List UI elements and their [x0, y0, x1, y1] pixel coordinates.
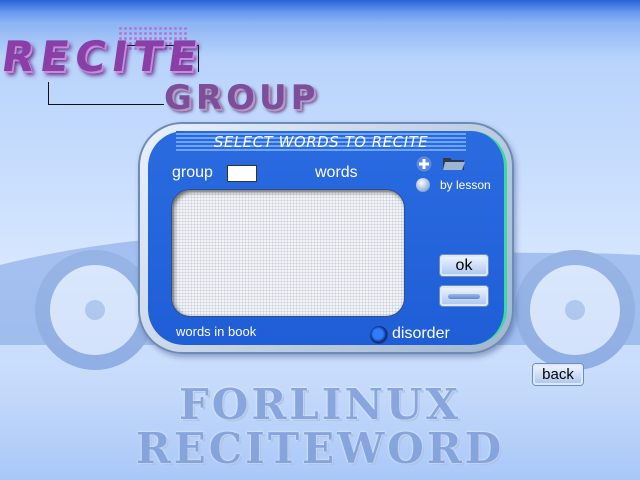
- plus-icon[interactable]: [416, 156, 432, 172]
- words-label: words: [315, 164, 358, 181]
- folder-icon[interactable]: [442, 155, 466, 171]
- top-glow-bar: [0, 0, 640, 22]
- ok-button[interactable]: ok: [440, 255, 488, 276]
- footer-title-line2: RECITEWORD: [135, 424, 505, 473]
- words-list-box[interactable]: [172, 190, 404, 316]
- unlabeled-button[interactable]: [440, 286, 488, 306]
- group-input[interactable]: [227, 165, 257, 182]
- dialog-title: SELECT WORDS TO RECITE: [176, 131, 466, 153]
- button-bar-graphic: [448, 294, 480, 299]
- disorder-radio[interactable]: [370, 326, 388, 344]
- logo-connector-line: [48, 82, 164, 105]
- words-in-book-label: words in book: [176, 324, 257, 339]
- footer-title-line1: FORLINUX: [178, 380, 462, 429]
- logo-group-text: GROUP: [164, 78, 320, 118]
- logo-recite-text: RECITE: [0, 32, 207, 81]
- by-lesson-radio[interactable]: [416, 178, 430, 192]
- group-label: group: [172, 164, 213, 181]
- disorder-label: disorder: [392, 325, 450, 342]
- by-lesson-label: by lesson: [440, 178, 491, 192]
